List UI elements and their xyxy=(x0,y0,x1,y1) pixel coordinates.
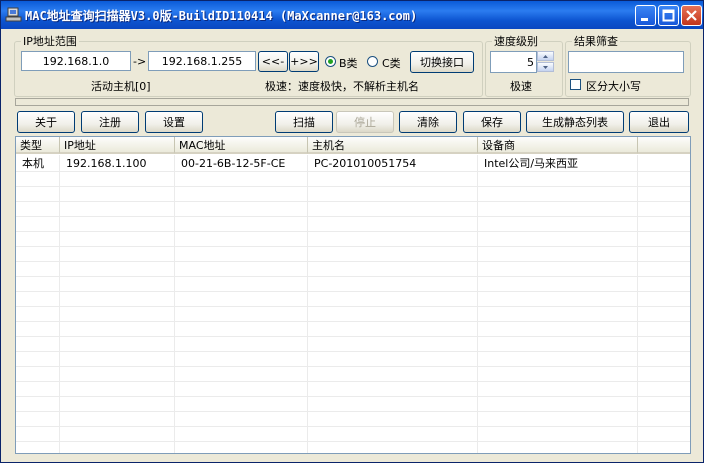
table-row[interactable]: 本机 192.168.1.100 00-21-6B-12-5F-CE PC-20… xyxy=(16,156,690,172)
scan-button[interactable]: 扫描 xyxy=(275,111,333,133)
row-gridline xyxy=(16,186,690,187)
cell-mac: 00-21-6B-12-5F-CE xyxy=(181,157,286,170)
column-gridline xyxy=(637,155,638,453)
switch-interface-button[interactable]: 切换接口 xyxy=(410,51,474,73)
next-range-button[interactable]: +>> xyxy=(289,51,319,72)
row-gridline xyxy=(16,366,690,367)
app-scanner-icon xyxy=(5,6,22,23)
speed-level-label: 极速 xyxy=(510,80,532,93)
radio-selected-dot xyxy=(328,59,333,64)
main-window: MAC地址查询扫描器V3.0版-BuildID110414 (MaXcanner… xyxy=(0,0,704,463)
prev-range-button[interactable]: <<- xyxy=(258,51,288,72)
row-gridline xyxy=(16,231,690,232)
cell-vendor: Intel公司/马来西亚 xyxy=(484,157,579,170)
save-button[interactable]: 保存 xyxy=(463,111,521,133)
speed-spinner[interactable] xyxy=(537,51,555,73)
exit-button[interactable]: 退出 xyxy=(629,111,689,133)
settings-button[interactable]: 设置 xyxy=(145,111,203,133)
clear-button[interactable]: 清除 xyxy=(399,111,457,133)
ip-range-legend: IP地址范围 xyxy=(23,35,77,48)
row-gridline xyxy=(16,306,690,307)
row-gridline xyxy=(16,321,690,322)
column-header-vendor[interactable]: 设备商 xyxy=(478,137,638,154)
row-gridline xyxy=(16,336,690,337)
row-gridline xyxy=(16,276,690,277)
close-button[interactable] xyxy=(681,5,702,26)
speed-level-input[interactable] xyxy=(490,51,537,73)
start-ip-input[interactable] xyxy=(21,51,131,71)
column-gridline xyxy=(477,155,478,453)
about-button[interactable]: 关于 xyxy=(17,111,75,133)
row-gridline xyxy=(16,261,690,262)
active-hosts-label: 活动主机[0] xyxy=(91,80,151,93)
column-header-type[interactable]: 类型 xyxy=(16,137,60,154)
class-c-label: C类 xyxy=(382,57,401,70)
column-header-ip[interactable]: IP地址 xyxy=(60,137,175,154)
minimize-button[interactable] xyxy=(635,5,656,26)
end-ip-input[interactable] xyxy=(148,51,256,71)
case-sensitive-label: 区分大小写 xyxy=(586,80,641,93)
row-gridline xyxy=(16,201,690,202)
row-gridline xyxy=(16,441,690,442)
maximize-button[interactable] xyxy=(658,5,679,26)
range-arrow-label: -> xyxy=(133,55,147,68)
case-sensitive-checkbox[interactable] xyxy=(570,79,581,90)
row-gridline xyxy=(16,396,690,397)
window-title: MAC地址查询扫描器V3.0版-BuildID110414 (MaXcanner… xyxy=(25,9,418,23)
filter-legend: 结果筛查 xyxy=(574,35,618,48)
spin-down-button[interactable] xyxy=(537,62,554,72)
class-b-label: B类 xyxy=(339,57,358,70)
class-c-radio[interactable] xyxy=(367,56,378,67)
column-gridline xyxy=(307,155,308,453)
cell-ip: 192.168.1.100 xyxy=(66,157,147,170)
register-button[interactable]: 注册 xyxy=(81,111,139,133)
speed-description-label: 极速：速度极快，不解析主机名 xyxy=(265,80,419,93)
row-gridline xyxy=(16,426,690,427)
generate-static-list-button[interactable]: 生成静态列表 xyxy=(526,111,624,133)
column-gridline xyxy=(59,155,60,453)
row-gridline xyxy=(16,216,690,217)
title-bar[interactable]: MAC地址查询扫描器V3.0版-BuildID110414 (MaXcanner… xyxy=(1,1,703,29)
results-table[interactable]: 类型 IP地址 MAC地址 主机名 设备商 本机 192.168.1.100 0… xyxy=(15,136,691,454)
column-header-mac[interactable]: MAC地址 xyxy=(175,137,308,154)
table-header: 类型 IP地址 MAC地址 主机名 设备商 xyxy=(16,137,690,155)
cell-hostname: PC-201010051754 xyxy=(314,157,417,170)
stop-button[interactable]: 停止 xyxy=(336,111,394,133)
column-gridline xyxy=(174,155,175,453)
cell-type: 本机 xyxy=(22,157,44,170)
row-gridline xyxy=(16,246,690,247)
class-b-radio[interactable] xyxy=(325,56,336,67)
filter-input[interactable] xyxy=(568,51,684,73)
scan-progress-bar xyxy=(15,98,689,106)
column-header-hostname[interactable]: 主机名 xyxy=(308,137,478,154)
row-gridline xyxy=(16,411,690,412)
speed-legend: 速度级别 xyxy=(494,35,538,48)
spin-up-button[interactable] xyxy=(537,51,554,61)
row-gridline xyxy=(16,381,690,382)
row-gridline xyxy=(16,291,690,292)
row-gridline xyxy=(16,351,690,352)
column-header-empty xyxy=(638,137,690,154)
